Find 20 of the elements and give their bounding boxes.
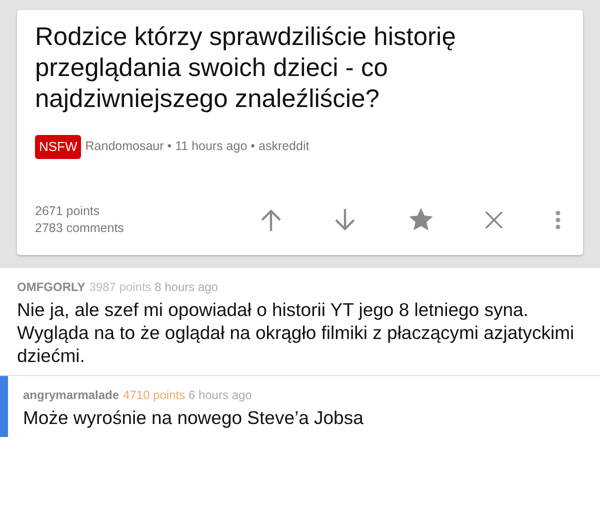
upvote-icon[interactable]	[260, 208, 282, 232]
comment-time: 6 hours ago	[188, 388, 252, 402]
points-count: 2671 points	[35, 202, 101, 220]
comment-points: 3987 points	[89, 280, 152, 294]
post-card[interactable]: Rodzice którzy sprawdziliście historię przeglądania swoich dzieci - co najdziwniejszego znaleźliście? NSFW Randomosaur • 11 hours ago • askreddit 2671 points 2783 comments	[17, 10, 583, 254]
comment-text: Może wyrośnie na nowego Steve’a Jobsa	[23, 406, 364, 428]
comment-time: 8 hours ago	[154, 280, 218, 294]
comment-author[interactable]: angrymarmalade	[23, 388, 120, 402]
nsfw-tag: NSFW	[35, 135, 82, 158]
comment-author[interactable]: OMFGORLY	[17, 280, 86, 294]
more-icon[interactable]	[555, 210, 561, 230]
comment-text: Nie ja, ale szef mi opowiadał o historii YT jego 8 letniego syna. Wygląda na to że oglądał na okrągło filmiki z płaczącymi azjatyckimi dziećmi.	[17, 298, 576, 366]
comment-points: 4710 points	[123, 388, 186, 402]
post-meta: Randomosaur • 11 hours ago • askreddit	[85, 138, 310, 156]
depth-bar	[0, 376, 8, 436]
post-title[interactable]: Rodzice którzy sprawdziliście historię przeglądania swoich dzieci - co najdziwniejszego znaleźliście?	[35, 22, 563, 115]
close-icon[interactable]	[484, 210, 503, 228]
downvote-icon[interactable]	[334, 208, 356, 232]
star-icon[interactable]	[408, 208, 432, 231]
comments-count: 2783 comments	[35, 220, 125, 236]
